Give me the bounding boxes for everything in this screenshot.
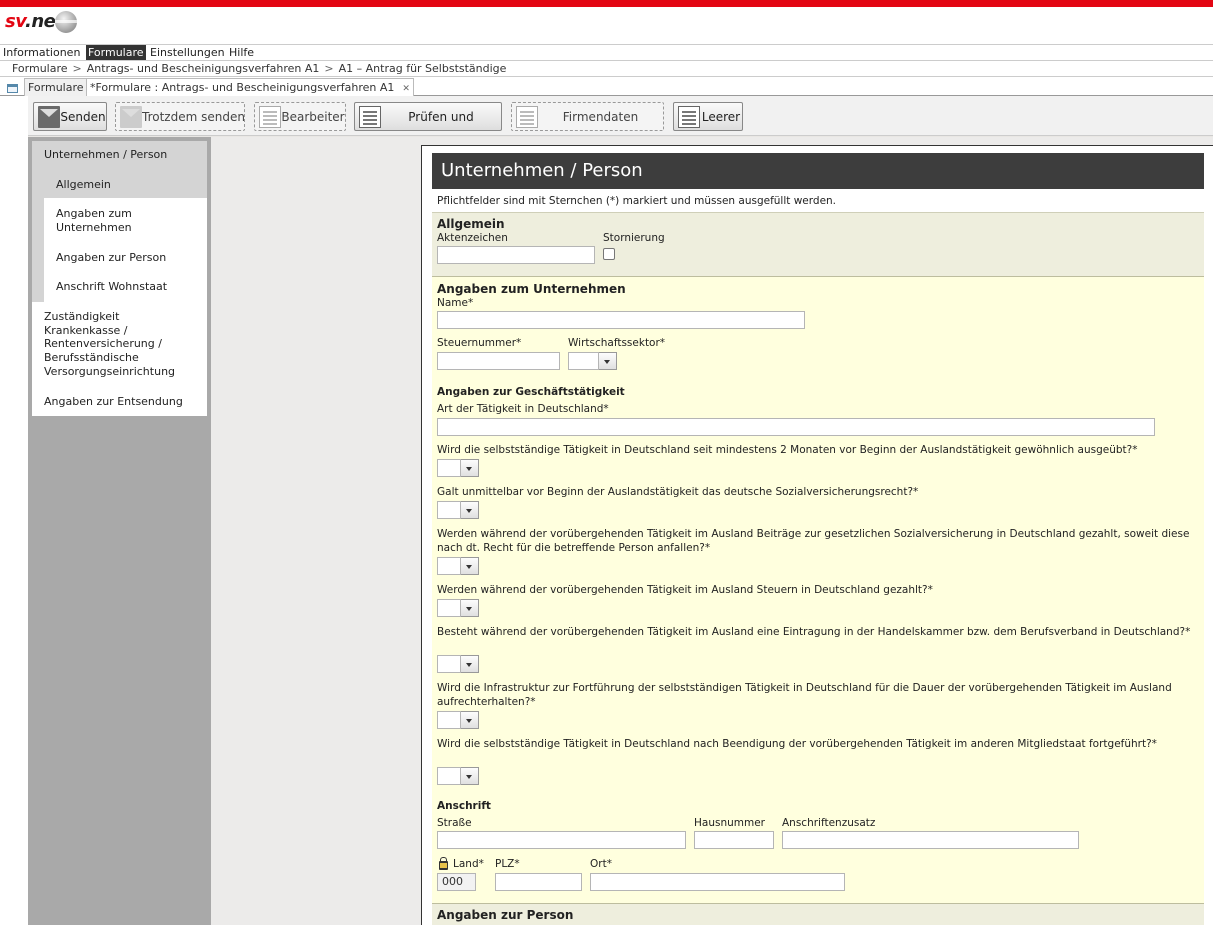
- label-aktenzeichen: Aktenzeichen: [437, 232, 508, 244]
- frage-4-select[interactable]: [437, 599, 479, 617]
- nav-item-person[interactable]: Angaben zur Person: [32, 251, 207, 265]
- label-frage-2: Galt unmittelbar vor Beginn der Auslands…: [437, 486, 919, 498]
- ort-input[interactable]: [590, 873, 845, 891]
- chevron-down-icon[interactable]: [599, 352, 617, 370]
- label-frage-1: Wird die selbstständige Tätigkeit in Deu…: [437, 444, 1138, 456]
- steuernummer-input[interactable]: [437, 352, 560, 370]
- globe-icon: [55, 11, 77, 33]
- check-button[interactable]: Prüfen und: [354, 102, 502, 131]
- frage-5-select[interactable]: [437, 655, 479, 673]
- form-navigation: Unternehmen / Person Allgemein Angaben z…: [32, 141, 207, 416]
- required-hint: Pflichtfelder sind mit Sternchen (*) mar…: [437, 195, 837, 207]
- frage-6-select[interactable]: [437, 711, 479, 729]
- menu-formulare[interactable]: Formulare: [86, 45, 146, 60]
- document-settings-icon: [678, 105, 700, 128]
- stornierung-checkbox[interactable]: [603, 248, 615, 260]
- nav-item-entsendung[interactable]: Angaben zur Entsendung: [32, 395, 207, 409]
- brand-bar: [0, 0, 1213, 7]
- breadcrumb-item[interactable]: Formulare: [12, 62, 68, 75]
- nav-item-allgemein[interactable]: Allgemein: [32, 177, 207, 198]
- heading-unternehmen: Angaben zum Unternehmen: [437, 282, 626, 296]
- label-frage-4: Werden während der vorübergehenden Tätig…: [437, 584, 933, 596]
- app-header: sv.net: [0, 7, 1213, 45]
- tab-formular-a1[interactable]: *Formulare : Antrags- und Bescheinigungs…: [86, 78, 414, 96]
- document-check-icon: [359, 105, 381, 128]
- empty-form-button[interactable]: Leerer: [673, 102, 743, 131]
- left-gutter: [0, 96, 28, 925]
- breadcrumb-item: A1 – Antrag für Selbstständige: [338, 62, 507, 75]
- edit-button[interactable]: Bearbeiter: [254, 102, 346, 131]
- document-copy-icon: [516, 105, 538, 128]
- nav-item-unternehmen[interactable]: Angaben zum Unternehmen: [32, 207, 207, 235]
- send-mail-icon: [38, 105, 60, 128]
- label-hausnummer: Hausnummer: [694, 817, 765, 829]
- heading-geschaeftstaetigkeit: Angaben zur Geschäftstätigkeit: [437, 386, 625, 398]
- label-frage-5: Besteht während der vorübergehenden Täti…: [437, 626, 1191, 638]
- strasse-input[interactable]: [437, 831, 686, 849]
- frage-1-select[interactable]: [437, 459, 479, 477]
- chevron-down-icon[interactable]: [461, 655, 479, 673]
- menu-informationen[interactable]: Informationen: [1, 45, 82, 60]
- wirtschaftssektor-select[interactable]: [568, 352, 618, 370]
- chevron-down-icon[interactable]: [461, 557, 479, 575]
- send-mail-icon: [120, 105, 142, 128]
- menu-hilfe[interactable]: Hilfe: [227, 45, 256, 60]
- label-strasse: Straße: [437, 817, 472, 829]
- label-frage-3: Werden während der vorübergehenden Tätig…: [437, 528, 1190, 554]
- chevron-down-icon[interactable]: [461, 767, 479, 785]
- menu-bar: Informationen Formulare Einstellungen Hi…: [0, 45, 1213, 61]
- chevron-down-icon[interactable]: [461, 501, 479, 519]
- close-tab-icon[interactable]: ✕: [402, 84, 410, 94]
- heading-allgemein: Allgemein: [437, 217, 505, 231]
- aktenzeichen-input[interactable]: [437, 246, 595, 264]
- plz-input[interactable]: [495, 873, 582, 891]
- tab-bar: Formulare *Formulare : Antrags- und Besc…: [0, 77, 1213, 96]
- breadcrumb: Formulare > Antrags- und Bescheinigungsver…: [0, 61, 1213, 77]
- label-land: Land*: [453, 858, 484, 870]
- send-button[interactable]: Senden: [33, 102, 107, 131]
- tab-formulare[interactable]: Formulare: [24, 78, 88, 96]
- chevron-down-icon[interactable]: [461, 459, 479, 477]
- label-frage-7: Wird die selbstständige Tätigkeit in Deu…: [437, 738, 1157, 750]
- nav-item-wohnstaat[interactable]: Anschrift Wohnstaat: [32, 280, 207, 294]
- label-name: Name*: [437, 297, 474, 309]
- heading-anschrift: Anschrift: [437, 800, 491, 812]
- label-art-taetigkeit: Art der Tätigkeit in Deutschland*: [437, 403, 609, 415]
- label-stornierung: Stornierung: [603, 232, 665, 244]
- heading-person: Angaben zur Person: [437, 908, 574, 922]
- nav-indent-strip: [32, 198, 44, 302]
- nav-item-zustaendigkeit[interactable]: Zuständigkeit Krankenkasse / Rentenversi…: [32, 310, 207, 379]
- form-title: Unternehmen / Person: [432, 153, 1204, 189]
- art-taetigkeit-input[interactable]: [437, 418, 1155, 436]
- menu-einstellungen[interactable]: Einstellungen: [148, 45, 227, 60]
- window-icon: [7, 84, 18, 93]
- label-plz: PLZ*: [495, 858, 520, 870]
- chevron-down-icon[interactable]: [461, 711, 479, 729]
- company-data-button[interactable]: Firmendaten: [511, 102, 664, 131]
- name-input[interactable]: [437, 311, 805, 329]
- land-field: 000: [437, 873, 476, 891]
- hausnummer-input[interactable]: [694, 831, 774, 849]
- label-ort: Ort*: [590, 858, 612, 870]
- document-edit-icon: [259, 105, 281, 128]
- label-frage-6: Wird die Infrastruktur zur Fortführung d…: [437, 682, 1172, 708]
- breadcrumb-item[interactable]: Antrags- und Bescheinigungsverfahren A1: [87, 62, 320, 75]
- anschriftenzusatz-input[interactable]: [782, 831, 1079, 849]
- section-allgemein: [432, 212, 1204, 276]
- label-anschriftenzusatz: Anschriftenzusatz: [782, 817, 876, 829]
- label-steuernummer: Steuernummer*: [437, 337, 522, 349]
- frage-2-select[interactable]: [437, 501, 479, 519]
- toolbar: Senden Trotzdem senden Bearbeiter Prüfen…: [28, 96, 1213, 136]
- label-wirtschaftssektor: Wirtschaftssektor*: [568, 337, 666, 349]
- chevron-down-icon[interactable]: [461, 599, 479, 617]
- frage-3-select[interactable]: [437, 557, 479, 575]
- send-anyway-button[interactable]: Trotzdem senden: [115, 102, 245, 131]
- lock-icon: [439, 857, 448, 870]
- frage-7-select[interactable]: [437, 767, 479, 785]
